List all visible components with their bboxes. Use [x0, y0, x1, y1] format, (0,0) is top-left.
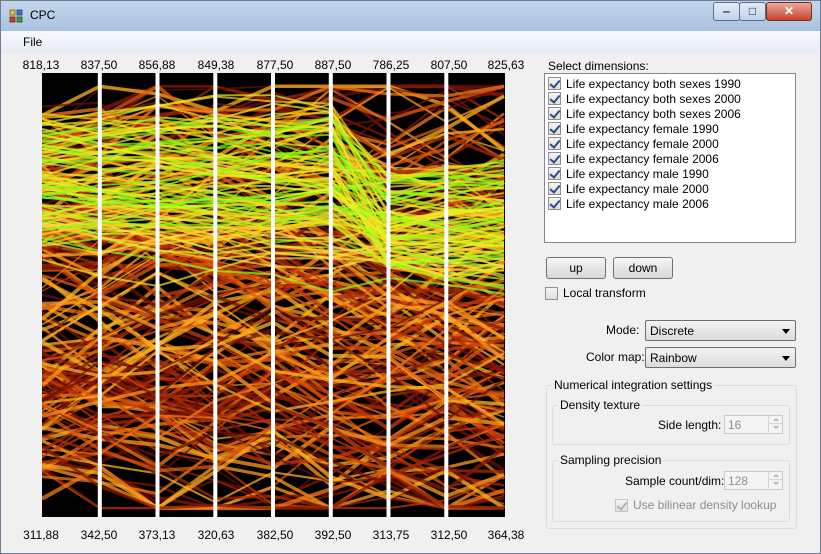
- axis-max-label: 807,50: [430, 58, 468, 72]
- title-bar[interactable]: CPC ‒ □ ✕: [1, 1, 820, 31]
- axis-line[interactable]: [271, 73, 275, 517]
- axis-min-label: 313,75: [372, 528, 410, 542]
- maximize-button[interactable]: □: [739, 2, 766, 21]
- local-transform-checkbox[interactable]: Local transform: [545, 286, 646, 300]
- axis-line[interactable]: [386, 73, 391, 517]
- dimension-item[interactable]: Life expectancy male 2000: [548, 181, 709, 196]
- menu-bar: File: [1, 31, 820, 53]
- minimize-icon: ‒: [723, 4, 730, 18]
- axis-max-label: 818,13: [22, 58, 60, 72]
- spin-up-icon[interactable]: [768, 416, 782, 424]
- checkbox-icon[interactable]: [548, 167, 561, 180]
- color-map-value: Rainbow: [650, 351, 697, 365]
- app-icon: [9, 9, 23, 23]
- minimize-button[interactable]: ‒: [713, 2, 740, 21]
- axis-max-label: 825,63: [487, 58, 525, 72]
- spin-down-icon[interactable]: [768, 480, 782, 488]
- sample-count-label: Sample count/dim:: [625, 474, 725, 488]
- mode-label: Mode:: [606, 323, 640, 337]
- chevron-down-icon: [782, 329, 790, 334]
- menu-file[interactable]: File: [23, 35, 42, 49]
- window-title: CPC: [30, 8, 56, 22]
- checkbox-icon[interactable]: [548, 152, 561, 165]
- sample-count-spinner[interactable]: 128: [724, 471, 783, 490]
- numerical-integration-title: Numerical integration settings: [552, 378, 715, 392]
- close-icon: ✕: [783, 4, 795, 18]
- sample-count-value: 128: [728, 474, 749, 488]
- close-button[interactable]: ✕: [766, 2, 812, 21]
- checkbox-icon[interactable]: [548, 197, 561, 210]
- up-button[interactable]: up: [546, 257, 606, 279]
- bilinear-check-icon: [615, 498, 628, 512]
- checkbox-icon[interactable]: [548, 77, 561, 90]
- axis-max-label: 837,50: [80, 58, 118, 72]
- dimension-label: Life expectancy both sexes 1990: [566, 76, 741, 91]
- axis-min-label: 392,50: [314, 528, 352, 542]
- dimension-item[interactable]: Life expectancy female 1990: [548, 121, 719, 136]
- checkbox-icon[interactable]: [548, 107, 561, 120]
- dimension-item[interactable]: Life expectancy male 2006: [548, 196, 709, 211]
- dimensions-listbox[interactable]: Life expectancy both sexes 1990 Life expe…: [544, 73, 796, 243]
- spin-down-icon[interactable]: [768, 424, 782, 432]
- axis-line[interactable]: [155, 73, 160, 517]
- mode-value: Discrete: [650, 324, 695, 338]
- maximize-icon: □: [748, 4, 757, 18]
- color-map-select[interactable]: Rainbow: [645, 347, 796, 368]
- dimension-label: Life expectancy both sexes 2006: [566, 106, 741, 121]
- axis-line[interactable]: [328, 73, 333, 517]
- axis-min-label: 382,50: [256, 528, 294, 542]
- app-window: CPC ‒ □ ✕ File 818,13 837,50 856,88 849,38 8…: [0, 0, 821, 554]
- side-length-label: Side length:: [658, 418, 722, 432]
- dimension-label: Life expectancy female 1990: [566, 121, 719, 136]
- axis-min-label: 311,88: [23, 528, 59, 542]
- axis-max-label: 849,38: [197, 58, 235, 72]
- axis-min-label: 364,38: [487, 528, 525, 542]
- mode-select[interactable]: Discrete: [645, 320, 796, 341]
- checkbox-icon[interactable]: [548, 122, 561, 135]
- dimension-item[interactable]: Life expectancy female 2006: [548, 151, 719, 166]
- dimension-label: Life expectancy female 2000: [566, 136, 719, 151]
- sampling-precision-title: Sampling precision: [558, 453, 664, 467]
- side-length-value: 16: [728, 418, 742, 432]
- checkbox-icon[interactable]: [548, 92, 561, 105]
- dimension-item[interactable]: Life expectancy both sexes 1990: [548, 76, 741, 91]
- spin-up-icon[interactable]: [768, 472, 782, 480]
- bilinear-density-checkbox[interactable]: Use bilinear density lookup: [615, 498, 776, 512]
- density-texture-title: Density texture: [558, 398, 643, 412]
- side-length-spinner[interactable]: 16: [724, 415, 783, 434]
- checkbox-icon[interactable]: [548, 182, 561, 195]
- chevron-down-icon: [782, 356, 790, 361]
- axis-max-label: 877,50: [256, 58, 294, 72]
- dimension-label: Life expectancy male 1990: [566, 166, 709, 181]
- dimension-item[interactable]: Life expectancy both sexes 2006: [548, 106, 741, 121]
- axis-max-label: 856,88: [138, 58, 176, 72]
- axis-line[interactable]: [213, 73, 218, 517]
- axis-max-label: 887,50: [314, 58, 352, 72]
- dimension-item[interactable]: Life expectancy male 1990: [548, 166, 709, 181]
- dimension-label: Life expectancy female 2006: [566, 151, 719, 166]
- select-dimensions-label: Select dimensions:: [548, 59, 649, 73]
- dimension-item[interactable]: Life expectancy both sexes 2000: [548, 91, 741, 106]
- axis-min-label: 373,13: [138, 528, 176, 542]
- axis-min-label: 312,50: [430, 528, 468, 542]
- dimension-label: Life expectancy male 2000: [566, 181, 709, 196]
- dimension-label: Life expectancy male 2006: [566, 196, 709, 211]
- axis-min-label: 342,50: [80, 528, 118, 542]
- axis-line[interactable]: [97, 73, 102, 517]
- checkbox-icon[interactable]: [548, 137, 561, 150]
- dimension-label: Life expectancy both sexes 2000: [566, 91, 741, 106]
- down-button[interactable]: down: [613, 257, 673, 279]
- local-transform-check-icon: [545, 286, 558, 300]
- axis-max-label: 786,25: [372, 58, 410, 72]
- axis-min-label: 320,63: [197, 528, 235, 542]
- axis-line[interactable]: [444, 73, 449, 517]
- local-transform-label: Local transform: [563, 286, 646, 300]
- dimension-item[interactable]: Life expectancy female 2000: [548, 136, 719, 151]
- bilinear-density-label: Use bilinear density lookup: [633, 498, 777, 512]
- color-map-label: Color map:: [586, 350, 645, 364]
- parallel-coordinates-plot[interactable]: [42, 73, 505, 517]
- sampling-precision-group: [552, 460, 790, 522]
